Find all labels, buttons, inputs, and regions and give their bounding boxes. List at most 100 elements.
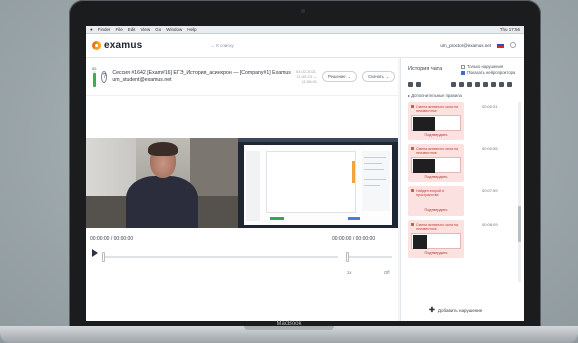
header-right: um_proctor@examus.net [440,42,516,48]
icons-gap [424,82,448,87]
screenshare-text-line [364,169,384,171]
menu-help[interactable]: Help [187,27,196,32]
main-area: 85 ? Сессия #1642 [Exam#16] ЕГЭ_История_… [86,58,524,321]
left-time-readout: 00:00:00 / 00:00:00 [90,236,134,242]
user-email[interactable]: um_proctor@examus.net [440,43,491,48]
secondary-handle[interactable] [346,252,349,262]
speed-left[interactable]: 1x [347,270,351,275]
screen-share-video[interactable] [238,138,398,228]
decision-label: Решение [328,74,346,79]
people-icon[interactable] [507,82,512,87]
download-button[interactable]: Скачать ⌄ [362,71,396,82]
screenshare-text-line [364,163,382,165]
event-thumbnail[interactable] [411,233,461,249]
microphone-icon[interactable] [499,82,504,87]
download-label: Скачать [368,74,384,79]
filter-only-label: Только нарушения [467,64,504,69]
add-violation-button[interactable]: ✚ Добавить нарушение [429,306,482,314]
menu-edit[interactable]: Edit [128,27,136,32]
screenshare-panel [362,151,390,211]
chevron-down-icon: ⌄ [347,74,352,79]
playback-handle[interactable] [102,252,105,262]
help-icon[interactable]: ? [101,70,108,83]
device-icon[interactable] [483,82,488,87]
logo-text: examus [104,40,143,51]
warning-icon [411,189,414,192]
screen-icon[interactable] [408,82,413,87]
menu-view[interactable]: View [141,27,151,32]
menu-file[interactable]: File [115,27,122,32]
webcam-video[interactable] [86,138,238,228]
checkbox-checked-icon [461,70,465,75]
add-violation-label: Добавить нарушение [437,307,483,313]
eye-icon[interactable] [416,82,421,87]
history-pane: История чата Только нарушения Показать н… [400,58,524,321]
playback-track[interactable] [102,256,338,258]
video-strip [86,138,398,228]
screenshare-green-button [270,217,284,220]
face-icon[interactable] [475,82,480,87]
session-bar: 85 ? Сессия #1642 [Exam#16] ЕГЭ_История_… [86,58,398,96]
speed-right[interactable]: Off [384,270,390,275]
event-time: 00:07:59 [482,188,498,193]
screenshare-toolbar [238,138,398,142]
tab-icon[interactable] [451,82,456,87]
screenshare-text-line [364,179,386,181]
event-title: Смена активного окна на неизвестное [416,105,458,114]
session-date: 03.02.2021, 11:45:23 — 11:58:01 [295,69,318,84]
screenshare-content [266,151,356,213]
confirm-button[interactable]: Подтвердить [411,251,461,255]
warning-icon [411,147,414,150]
window-icon[interactable] [467,82,472,87]
examus-logo[interactable]: examus [92,40,142,51]
play-icon[interactable] [92,249,98,257]
event-card: Смена активного окна на неизвестное Подт… [408,102,464,140]
screenshare-page [244,145,392,225]
event-title: Смена активного окна на неизвестное [416,223,458,232]
filter-show-neuroproctor[interactable]: Показать нейропроктора [461,70,515,76]
back-to-list-link[interactable]: ← К списку [210,43,233,48]
event-title: Найден второй в пространстве [416,189,445,198]
warning-icon [411,105,414,108]
settings-icon[interactable] [510,42,516,48]
menu-go[interactable]: Go [155,27,161,32]
event-time: 00:00:55 [482,146,498,151]
checkbox-icon [461,64,465,69]
score-bar [92,71,96,87]
image-icon[interactable] [491,82,496,87]
menu-finder[interactable]: Finder [98,27,111,32]
plus-icon: ✚ [429,307,435,314]
menu-window[interactable]: Window [166,27,182,32]
event-card: Найден второй в пространстве Подтвердить [408,186,464,216]
camera-dot [301,9,305,13]
right-time-readout: 00:00:00 / 00:00:00 [332,236,376,242]
confirm-button[interactable]: Подтвердить [411,208,461,212]
confirm-button[interactable]: Подтвердить [411,175,461,179]
extra-rules-toggle[interactable]: ▸ Дополнительные правила [408,93,462,98]
event-thumbnail[interactable] [411,157,461,173]
laptop-brand: MacBook [276,321,302,327]
event-type-icons [408,82,512,87]
screenshare-highlight [352,161,355,183]
screenshare-sidebar [246,151,260,221]
person-icon[interactable] [459,82,464,87]
language-flag-icon[interactable] [497,42,504,48]
score-meter: 85 [92,66,96,87]
event-thumbnail[interactable] [411,115,461,131]
event-time: 00:08:09 [482,222,498,227]
menubar-clock[interactable]: Thu 17:56 [500,27,520,32]
app-header: examus ← К списку um_proctor@examus.net [86,34,524,58]
event-list-scrollbar[interactable] [518,102,521,282]
student-hair [148,142,178,156]
score-bar-fill [92,73,96,87]
screenshare-blue-button [348,217,360,220]
secondary-track[interactable] [346,256,392,258]
scrollbar-thumb[interactable] [518,206,521,242]
confirm-button[interactable]: Подтвердить [411,133,461,137]
decision-button[interactable]: Решение ⌄ [322,71,358,82]
screenshare-text-line [364,157,386,159]
student-email: um_student@examus.net [112,76,172,83]
event-list: Смена активного окна на неизвестное Подт… [408,102,520,282]
apple-icon[interactable]: ● [90,27,93,32]
examus-logo-icon [92,41,101,50]
